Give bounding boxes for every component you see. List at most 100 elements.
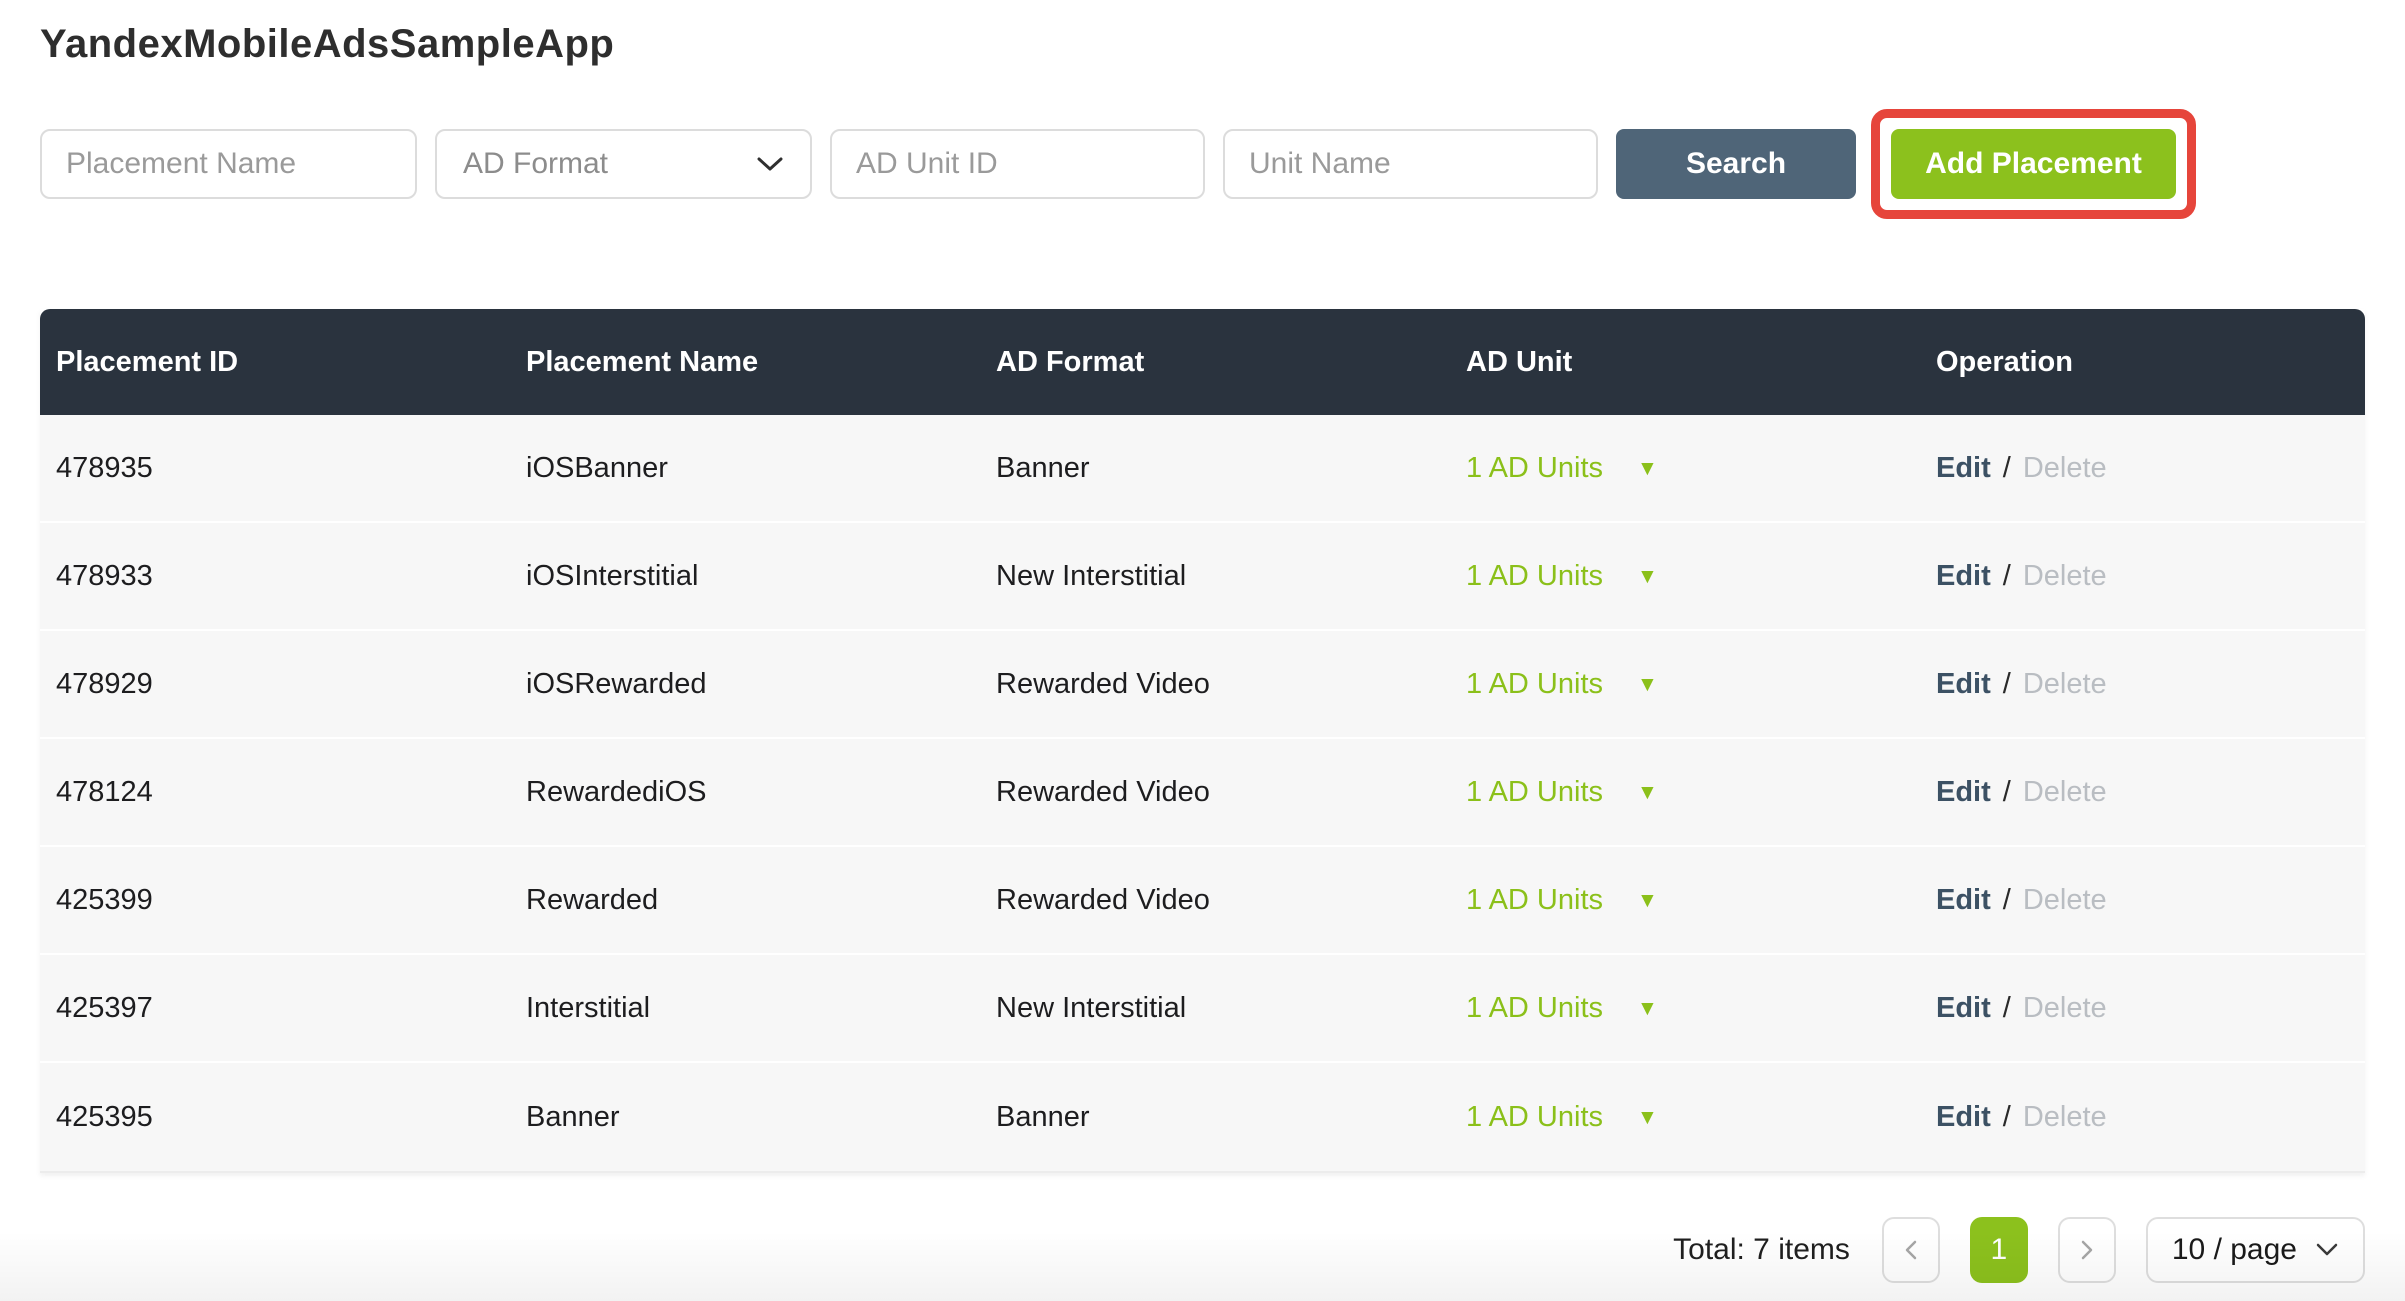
triangle-down-icon: ▼ [1637, 458, 1658, 479]
table-row: 425395 Banner Banner 1 AD Units ▼ Edit/D… [40, 1063, 2365, 1171]
column-header-ad-unit: AD Unit [1450, 346, 1920, 379]
table-row: 478933 iOSInterstitial New Interstitial … [40, 523, 2365, 631]
ad-unit-count-label: 1 AD Units [1466, 992, 1603, 1025]
chevron-down-icon [2315, 1242, 2339, 1258]
edit-link[interactable]: Edit [1936, 452, 1991, 484]
operation-separator: / [2003, 560, 2011, 592]
cell-placement-id: 425397 [40, 992, 510, 1025]
placement-name-input[interactable] [40, 129, 417, 199]
cell-ad-format: New Interstitial [980, 992, 1450, 1025]
ad-unit-dropdown-trigger[interactable]: 1 AD Units ▼ [1466, 776, 1658, 809]
delete-link[interactable]: Delete [2023, 992, 2107, 1024]
cell-operation: Edit/Delete [1920, 1101, 2365, 1134]
triangle-down-icon: ▼ [1637, 566, 1658, 587]
unit-name-input[interactable] [1223, 129, 1598, 199]
ad-unit-count-label: 1 AD Units [1466, 776, 1603, 809]
operation-separator: / [2003, 452, 2011, 484]
column-header-ad-format: AD Format [980, 346, 1450, 379]
ad-unit-count-label: 1 AD Units [1466, 452, 1603, 485]
delete-link[interactable]: Delete [2023, 1101, 2107, 1133]
table-row: 425399 Rewarded Rewarded Video 1 AD Unit… [40, 847, 2365, 955]
triangle-down-icon: ▼ [1637, 1107, 1658, 1128]
delete-link[interactable]: Delete [2023, 452, 2107, 484]
search-button[interactable]: Search [1616, 129, 1856, 199]
ad-unit-dropdown-trigger[interactable]: 1 AD Units ▼ [1466, 560, 1658, 593]
ad-format-value: AD Format [463, 147, 608, 181]
table-row: 478929 iOSRewarded Rewarded Video 1 AD U… [40, 631, 2365, 739]
cell-ad-unit: 1 AD Units ▼ [1450, 776, 1920, 809]
cell-placement-id: 478124 [40, 776, 510, 809]
ad-unit-dropdown-trigger[interactable]: 1 AD Units ▼ [1466, 884, 1658, 917]
table-header: Placement ID Placement Name AD Format AD… [40, 309, 2365, 415]
table-row: 478935 iOSBanner Banner 1 AD Units ▼ Edi… [40, 415, 2365, 523]
next-page-button[interactable] [2058, 1217, 2116, 1283]
edit-link[interactable]: Edit [1936, 776, 1991, 808]
triangle-down-icon: ▼ [1637, 674, 1658, 695]
cell-placement-id: 425399 [40, 884, 510, 917]
edit-link[interactable]: Edit [1936, 1101, 1991, 1133]
column-header-placement-id: Placement ID [40, 346, 510, 379]
edit-link[interactable]: Edit [1936, 884, 1991, 916]
pagination: Total: 7 items 1 10 / page [40, 1217, 2365, 1283]
cell-ad-unit: 1 AD Units ▼ [1450, 992, 1920, 1025]
page-size-select[interactable]: 10 / page [2146, 1217, 2365, 1283]
cell-ad-unit: 1 AD Units ▼ [1450, 668, 1920, 701]
cell-ad-format: Rewarded Video [980, 668, 1450, 701]
column-header-placement-name: Placement Name [510, 346, 980, 379]
page-size-value: 10 / page [2172, 1233, 2297, 1267]
edit-link[interactable]: Edit [1936, 992, 1991, 1024]
total-items-label: Total: 7 items [1673, 1233, 1850, 1267]
chevron-down-icon [756, 155, 784, 173]
cell-ad-format: Banner [980, 1101, 1450, 1134]
cell-operation: Edit / Delete [1920, 668, 2365, 701]
ad-unit-count-label: 1 AD Units [1466, 1101, 1603, 1134]
triangle-down-icon: ▼ [1637, 998, 1658, 1019]
delete-link[interactable]: Delete [2023, 560, 2107, 592]
filter-bar: AD Format Search Add Placement [40, 129, 2365, 199]
prev-page-button[interactable] [1882, 1217, 1940, 1283]
operation-separator: / [2003, 668, 2011, 700]
chevron-right-icon [2078, 1239, 2096, 1261]
ad-unit-dropdown-trigger[interactable]: 1 AD Units ▼ [1466, 668, 1658, 701]
table-body: 478935 iOSBanner Banner 1 AD Units ▼ Edi… [40, 415, 2365, 1171]
operation-separator: / [2003, 992, 2011, 1024]
cell-operation: Edit / Delete [1920, 992, 2365, 1025]
current-page-button[interactable]: 1 [1970, 1217, 2028, 1283]
cell-ad-format: Rewarded Video [980, 884, 1450, 917]
triangle-down-icon: ▼ [1637, 890, 1658, 911]
table-row: 478124 RewardediOS Rewarded Video 1 AD U… [40, 739, 2365, 847]
cell-placement-name: RewardediOS [510, 776, 980, 809]
ad-unit-id-input[interactable] [830, 129, 1205, 199]
chevron-left-icon [1902, 1239, 1920, 1261]
cell-placement-id: 478929 [40, 668, 510, 701]
cell-placement-name: iOSRewarded [510, 668, 980, 701]
ad-format-select[interactable]: AD Format [435, 129, 812, 199]
delete-link[interactable]: Delete [2023, 668, 2107, 700]
cell-placement-name: Banner [510, 1101, 980, 1134]
cell-placement-id: 478933 [40, 560, 510, 593]
cell-placement-id: 425395 [40, 1101, 510, 1134]
cell-placement-name: iOSBanner [510, 452, 980, 485]
ad-unit-count-label: 1 AD Units [1466, 884, 1603, 917]
cell-ad-format: Banner [980, 452, 1450, 485]
cell-ad-unit: 1 AD Units ▼ [1450, 452, 1920, 485]
table-row: 425397 Interstitial New Interstitial 1 A… [40, 955, 2365, 1063]
cell-placement-id: 478935 [40, 452, 510, 485]
ad-unit-dropdown-trigger[interactable]: 1 AD Units ▼ [1466, 1101, 1658, 1134]
ad-unit-count-label: 1 AD Units [1466, 560, 1603, 593]
ad-unit-dropdown-trigger[interactable]: 1 AD Units ▼ [1466, 452, 1658, 485]
add-placement-button[interactable]: Add Placement [1891, 129, 2176, 199]
cell-operation: Edit / Delete [1920, 452, 2365, 485]
operation-separator: / [2003, 776, 2011, 808]
ad-unit-dropdown-trigger[interactable]: 1 AD Units ▼ [1466, 992, 1658, 1025]
cell-operation: Edit / Delete [1920, 776, 2365, 809]
edit-link[interactable]: Edit [1936, 668, 1991, 700]
cell-placement-name: Rewarded [510, 884, 980, 917]
edit-link[interactable]: Edit [1936, 560, 1991, 592]
operation-separator: / [2003, 884, 2011, 916]
cell-ad-unit: 1 AD Units ▼ [1450, 560, 1920, 593]
page-title: YandexMobileAdsSampleApp [40, 22, 2365, 67]
delete-link[interactable]: Delete [2023, 776, 2107, 808]
column-header-operation: Operation [1920, 346, 2365, 379]
delete-link[interactable]: Delete [2023, 884, 2107, 916]
